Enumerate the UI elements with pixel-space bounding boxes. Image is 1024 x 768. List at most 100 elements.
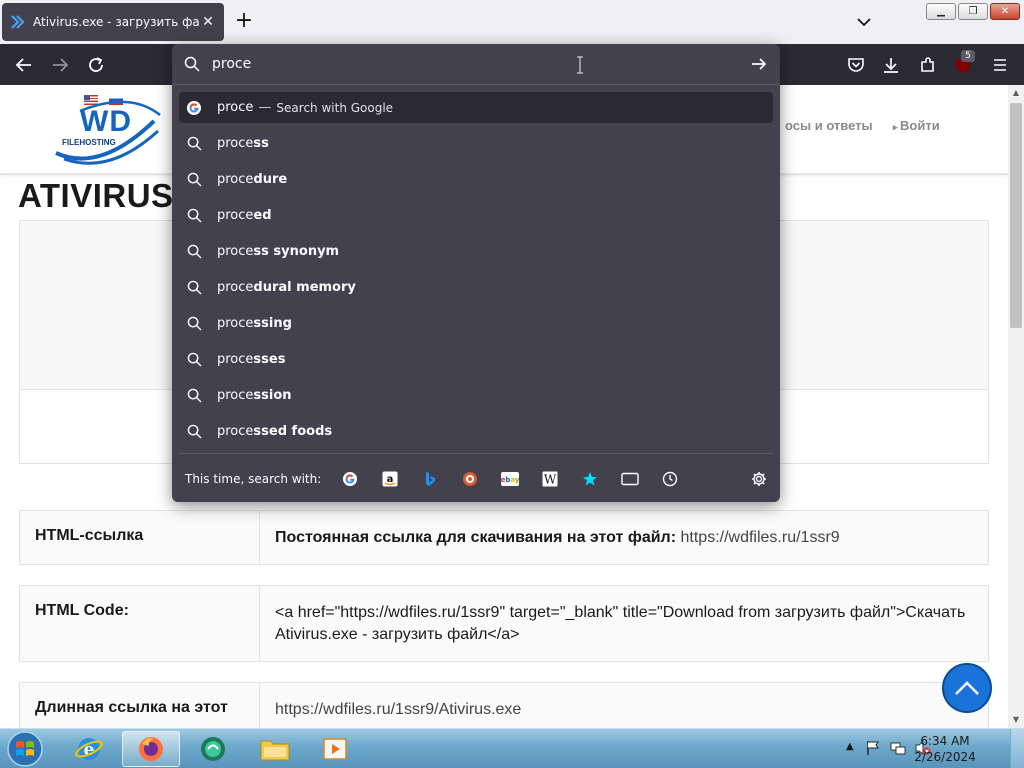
forward-arrow-icon[interactable] (49, 54, 71, 76)
reload-icon[interactable] (85, 54, 107, 76)
search-suggestion[interactable]: proce ss (179, 128, 773, 159)
search-icon (186, 136, 202, 152)
suggestion-typed-text: proce (217, 208, 254, 223)
suggestion-completion-text: ssing (253, 316, 292, 331)
go-arrow-icon[interactable] (749, 54, 769, 74)
search-suggestion[interactable]: proce ssion (179, 380, 773, 411)
close-tab-icon[interactable]: ✕ (200, 14, 216, 30)
dropdown-divider (179, 453, 773, 454)
suggestion-completion-text: ssed foods (253, 424, 333, 439)
nav-link-faq[interactable]: осы и ответы (785, 118, 873, 133)
suggestion-typed-text: proce (217, 316, 254, 331)
suggestion-completion-text: dural memory (253, 280, 356, 295)
network-icon[interactable] (890, 740, 906, 760)
suggestion-typed-text: proce (217, 172, 254, 187)
duckduckgo-icon[interactable] (460, 469, 480, 489)
info-row-key: HTML-ссылка (20, 511, 260, 564)
file-heading: ATIVIRUS (18, 177, 174, 214)
amazon-icon[interactable]: a (380, 469, 400, 489)
taskbar-firefox-icon[interactable] (122, 731, 180, 767)
search-suggestion[interactable]: proce dural memory (179, 272, 773, 303)
pocket-icon[interactable] (845, 54, 867, 76)
list-all-tabs-chevron-icon[interactable] (854, 12, 874, 32)
extensions-puzzle-icon[interactable] (917, 54, 939, 76)
search-icon (186, 388, 202, 404)
search-suggestion[interactable]: proce ssing (179, 308, 773, 339)
suggestion-completion-text: ss synonym (253, 244, 340, 259)
window-minimize-button[interactable]: ▁ (926, 3, 956, 20)
tab-strip: Ativirus.exe - загрузить файл ✕ + ▁ ❐ ✕ (0, 0, 1024, 44)
info-row-html-link: HTML-ссылка Постоянная ссылка для скачив… (19, 510, 989, 565)
scroll-up-arrow-icon[interactable]: ▲ (1008, 85, 1024, 101)
suggestion-query: proce (217, 100, 254, 115)
nav-login-label: Войти (900, 118, 940, 133)
chevron-up-icon (955, 681, 979, 695)
new-tab-button[interactable]: + (232, 10, 256, 34)
ebay-icon[interactable]: ebay (500, 469, 520, 489)
app-menu-hamburger-icon[interactable] (989, 54, 1011, 76)
taskbar-file-explorer-icon[interactable] (246, 731, 304, 767)
scroll-down-arrow-icon[interactable]: ▼ (1008, 712, 1024, 728)
search-settings-gear-icon[interactable] (749, 469, 769, 489)
suggestion-typed-text: proce (217, 424, 254, 439)
urlbar-dropdown-panel: proce proce — Search with Google This ti… (172, 44, 780, 502)
one-off-search-bar: This time, search with: a ebay W (172, 462, 780, 496)
scrollbar-thumb[interactable] (1010, 103, 1022, 328)
show-desktop-button[interactable] (1010, 729, 1024, 768)
suggestion-typed-text: proce (217, 280, 254, 295)
info-row-key: Длинная ссылка на этот (20, 683, 260, 728)
permalink-label: Постоянная ссылка для скачивания на этот… (275, 529, 677, 546)
window-close-button[interactable]: ✕ (990, 3, 1020, 20)
svg-text:ebay: ebay (501, 476, 519, 484)
suggestion-completion-text: ssion (253, 388, 292, 403)
search-suggestion[interactable]: proce ed (179, 200, 773, 231)
suggestion-separator: — (258, 100, 272, 115)
search-icon (186, 316, 202, 332)
suggestion-search-google[interactable]: proce — Search with Google (179, 92, 773, 123)
bookmarks-star-icon[interactable] (580, 469, 600, 489)
browser-tab[interactable]: Ativirus.exe - загрузить файл ✕ (2, 3, 224, 41)
url-input[interactable]: proce (172, 44, 780, 85)
taskbar-app-icon[interactable] (184, 731, 242, 767)
tabs-icon[interactable] (620, 469, 640, 489)
search-suggestion[interactable]: proce dure (179, 164, 773, 195)
search-suggestion[interactable]: proce sses (179, 344, 773, 375)
scroll-to-top-button[interactable] (942, 663, 992, 713)
search-suggestion[interactable]: proce ssed foods (179, 416, 773, 447)
url-input-text[interactable]: proce (212, 56, 251, 72)
info-row-key: HTML Code: (20, 586, 260, 661)
window-restore-button[interactable]: ❐ (958, 3, 988, 20)
site-logo[interactable]: WD FILEHOSTING (50, 91, 170, 175)
start-button[interactable] (4, 730, 46, 768)
suggestion-completion-text: ed (253, 208, 272, 223)
downloads-icon[interactable] (880, 54, 902, 76)
suggestion-typed-text: proce (217, 136, 254, 151)
suggestion-typed-text: proce (217, 244, 254, 259)
clock-date[interactable]: 2/26/2024 (905, 750, 985, 764)
action-center-flag-icon[interactable] (866, 740, 880, 760)
taskbar-media-player-icon[interactable] (306, 731, 364, 767)
search-suggestion[interactable]: proce ss synonym (179, 236, 773, 267)
long-link-value[interactable]: https://wdfiles.ru/1ssr9/Ativirus.exe (260, 683, 988, 728)
suggestion-typed-text: proce (217, 388, 254, 403)
text-cursor-icon (576, 56, 584, 74)
nav-link-login[interactable]: ▸ Войти (893, 118, 940, 133)
search-icon (186, 244, 202, 260)
taskbar-internet-explorer-icon[interactable]: e (60, 731, 118, 767)
permalink-url[interactable]: https://wdfiles.ru/1ssr9 (681, 529, 840, 546)
html-code-value[interactable]: <a href="https://wdfiles.ru/1ssr9" targe… (260, 586, 988, 661)
page-scrollbar[interactable]: ▲ ▼ (1008, 85, 1024, 728)
show-hidden-icons-icon[interactable]: ▲ (846, 741, 854, 752)
logo-subtext: FILEHOSTING (62, 138, 116, 147)
site-favicon-icon (10, 14, 26, 30)
suggestion-completion-text: dure (253, 172, 288, 187)
search-icon (186, 172, 202, 188)
svg-text:W: W (544, 473, 557, 487)
logo-text: WD (80, 105, 132, 138)
wikipedia-icon[interactable]: W (540, 469, 560, 489)
google-icon[interactable] (340, 469, 360, 489)
history-clock-icon[interactable] (660, 469, 680, 489)
back-arrow-icon[interactable] (13, 54, 35, 76)
bing-icon[interactable] (420, 469, 440, 489)
clock-time[interactable]: 6:34 AM (905, 734, 985, 748)
